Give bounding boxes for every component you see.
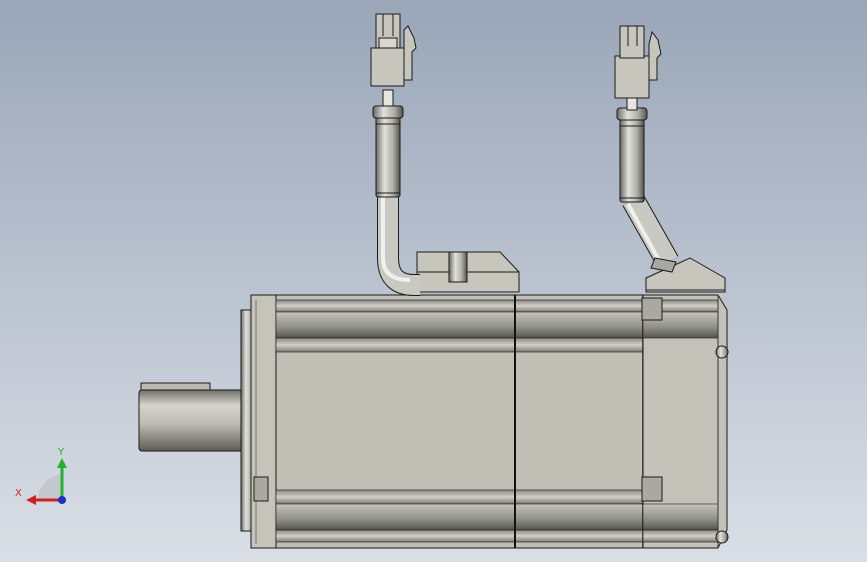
motor-model-view[interactable]: Y X <box>0 0 867 562</box>
y-axis-label: Y <box>57 447 65 458</box>
z-axis-origin <box>58 496 66 504</box>
motor-body[interactable] <box>275 294 645 549</box>
rear-bolt-slot-bottom <box>641 476 663 502</box>
rear-end-cap[interactable] <box>641 294 729 549</box>
power-connector-housing[interactable] <box>416 251 520 293</box>
rear-screw-head <box>715 345 729 359</box>
cad-viewport[interactable]: Y X <box>0 0 867 562</box>
x-axis-label: X <box>15 488 22 499</box>
shaft-cylinder <box>138 389 244 452</box>
rear-screw-head <box>715 530 729 544</box>
front-flange[interactable] <box>240 294 279 549</box>
flange-bolt-slot <box>253 476 269 502</box>
rear-bolt-slot-top <box>641 297 663 321</box>
motor-shaft[interactable] <box>138 382 244 452</box>
